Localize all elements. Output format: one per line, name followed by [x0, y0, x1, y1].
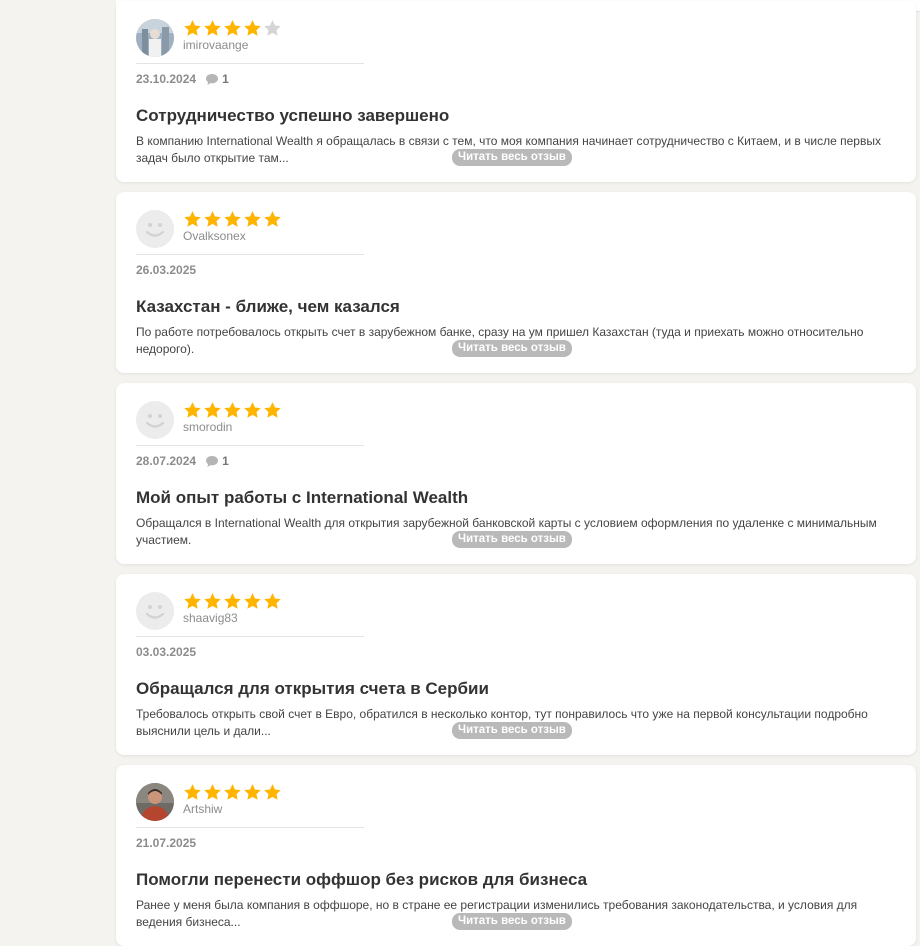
review-date: 26.03.2025 — [136, 263, 197, 277]
review-card[interactable]: imirovaange 23.10.2024 1 Сотрудничество … — [116, 1, 916, 182]
comments-number: 1 — [222, 454, 229, 468]
star-filled-icon — [244, 211, 261, 227]
review-title[interactable]: Казахстан - ближе, чем казался — [136, 297, 400, 317]
review-meta: 03.03.2025 — [136, 645, 196, 659]
comments-number: 1 — [222, 72, 229, 86]
star-filled-icon — [244, 20, 261, 36]
read-full-review-button[interactable]: Читать весь отзыв — [452, 149, 572, 166]
comment-icon — [206, 73, 219, 85]
review-meta: 28.07.2024 1 — [136, 454, 229, 468]
review-author[interactable]: Ovalksonex — [183, 229, 246, 243]
rating-stars — [183, 19, 282, 37]
review-date: 21.07.2025 — [136, 836, 197, 850]
star-filled-icon — [204, 211, 221, 227]
star-filled-icon — [224, 402, 241, 418]
star-filled-icon — [224, 593, 241, 609]
star-filled-icon — [224, 20, 241, 36]
star-filled-icon — [264, 211, 281, 227]
star-empty-icon — [264, 20, 281, 36]
star-filled-icon — [184, 20, 201, 36]
review-card[interactable]: Artshiw 21.07.2025 Помогли перенести офф… — [116, 765, 916, 946]
rating-stars — [183, 210, 282, 228]
review-title[interactable]: Помогли перенести оффшор без рисков для … — [136, 870, 587, 890]
review-author[interactable]: Artshiw — [183, 802, 222, 816]
star-filled-icon — [204, 20, 221, 36]
star-filled-icon — [224, 784, 241, 800]
review-date: 03.03.2025 — [136, 645, 197, 659]
star-filled-icon — [184, 211, 201, 227]
review-card[interactable]: shaavig83 03.03.2025 Обращался для откры… — [116, 574, 916, 755]
read-full-review-button[interactable]: Читать весь отзыв — [452, 722, 572, 739]
star-filled-icon — [264, 593, 281, 609]
star-filled-icon — [204, 784, 221, 800]
user-avatar-photo-icon[interactable] — [136, 19, 174, 57]
review-card[interactable]: smorodin 28.07.2024 1 Мой опыт работы с … — [116, 383, 916, 564]
divider — [136, 827, 364, 828]
star-filled-icon — [184, 593, 201, 609]
user-avatar-person-photo-icon[interactable] — [136, 783, 174, 821]
star-filled-icon — [264, 784, 281, 800]
divider — [136, 636, 364, 637]
review-title[interactable]: Мой опыт работы с International Wealth — [136, 488, 468, 508]
divider — [136, 63, 364, 64]
review-meta: 23.10.2024 1 — [136, 72, 229, 86]
star-filled-icon — [184, 784, 201, 800]
review-title[interactable]: Сотрудничество успешно завершено — [136, 106, 449, 126]
read-full-review-button[interactable]: Читать весь отзыв — [452, 913, 572, 930]
review-author[interactable]: smorodin — [183, 420, 232, 434]
review-date: 23.10.2024 — [136, 72, 197, 86]
star-filled-icon — [264, 402, 281, 418]
star-filled-icon — [224, 211, 241, 227]
star-filled-icon — [204, 593, 221, 609]
review-card[interactable]: Ovalksonex 26.03.2025 Казахстан - ближе,… — [116, 192, 916, 373]
read-full-review-button[interactable]: Читать весь отзыв — [452, 531, 572, 548]
rating-stars — [183, 783, 282, 801]
comments-count[interactable]: 1 — [205, 72, 229, 86]
review-meta: 26.03.2025 — [136, 263, 196, 277]
divider — [136, 254, 364, 255]
read-full-review-button[interactable]: Читать весь отзыв — [452, 340, 572, 357]
star-filled-icon — [244, 593, 261, 609]
user-avatar-smiley-icon[interactable] — [136, 210, 174, 248]
review-date: 28.07.2024 — [136, 454, 197, 468]
user-avatar-smiley-icon[interactable] — [136, 401, 174, 439]
review-meta: 21.07.2025 — [136, 836, 196, 850]
star-filled-icon — [244, 784, 261, 800]
star-filled-icon — [184, 402, 201, 418]
review-author[interactable]: imirovaange — [183, 38, 248, 52]
rating-stars — [183, 401, 282, 419]
review-title[interactable]: Обращался для открытия счета в Сербии — [136, 679, 489, 699]
comments-count[interactable]: 1 — [205, 454, 229, 468]
review-author[interactable]: shaavig83 — [183, 611, 238, 625]
user-avatar-smiley-icon[interactable] — [136, 592, 174, 630]
comment-icon — [206, 455, 219, 467]
divider — [136, 445, 364, 446]
star-filled-icon — [204, 402, 221, 418]
star-filled-icon — [244, 402, 261, 418]
rating-stars — [183, 592, 282, 610]
